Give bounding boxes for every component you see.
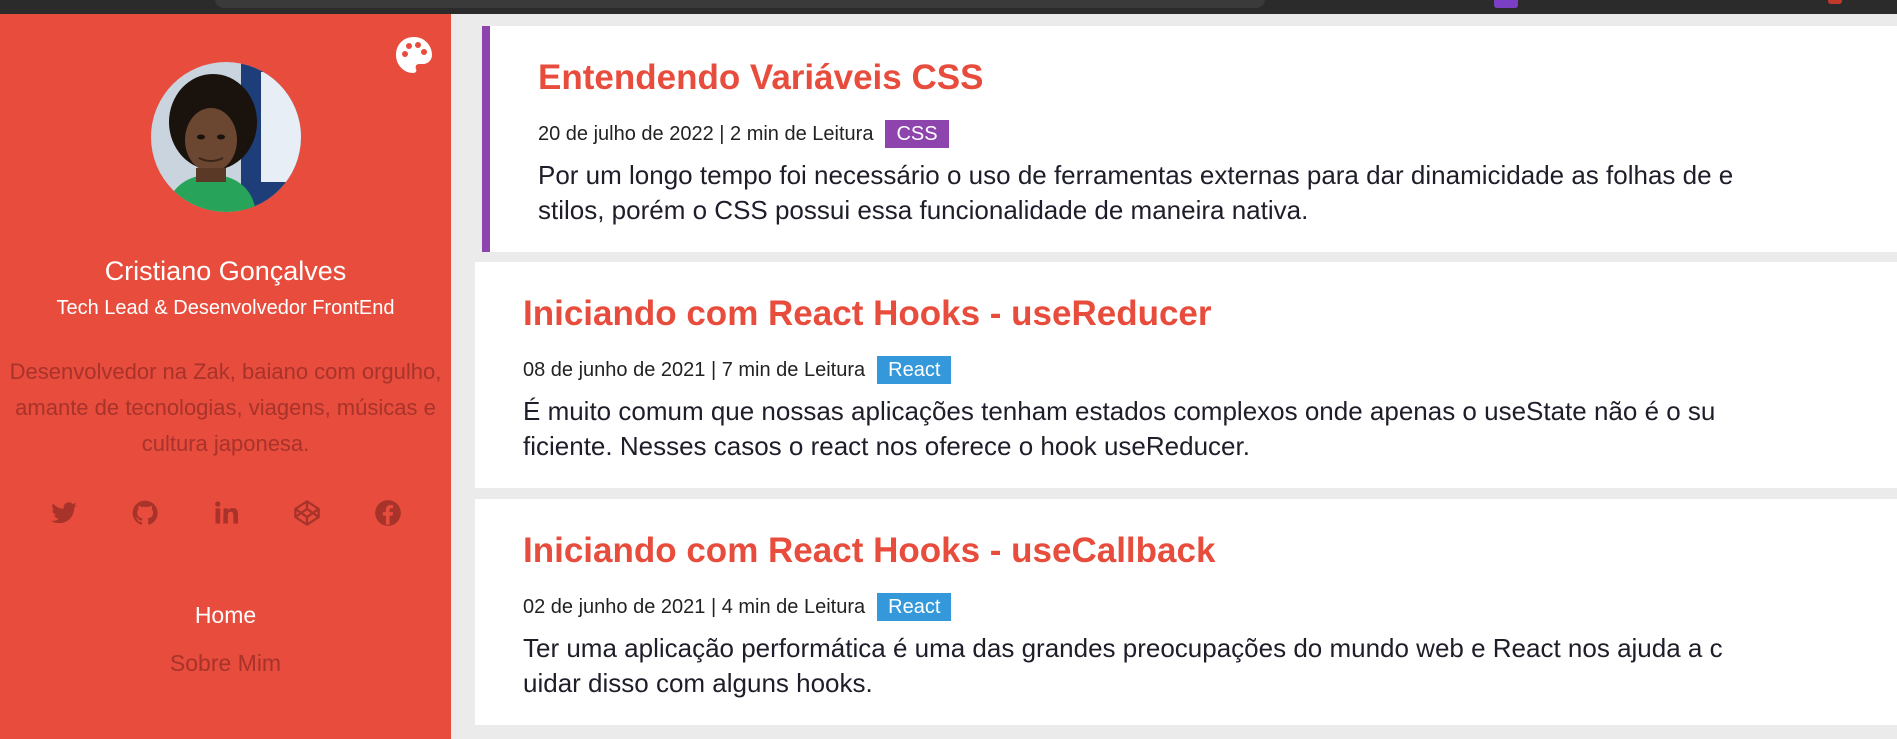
address-bar[interactable] [215,0,1265,8]
extension-icon[interactable] [1494,0,1518,8]
nav-home-link[interactable]: Home [0,602,451,629]
excerpt-line: ficiente. Nesses casos o react nos ofere… [523,431,1250,461]
tag-badge[interactable]: React [877,356,952,384]
post-title[interactable]: Entendendo Variáveis CSS [538,58,983,98]
post-card[interactable]: Iniciando com React Hooks - useCallback … [475,499,1897,725]
excerpt-line: Ter uma aplicação performática é uma das… [523,633,1723,663]
post-date-readtime: 02 de junho de 2021 | 4 min de Leitura [523,595,866,618]
post-meta: 08 de junho de 2021 | 7 min de Leitura R… [523,356,952,384]
post-title[interactable]: Iniciando com React Hooks - useCallback [523,531,1215,571]
linkedin-icon[interactable] [211,498,241,528]
twitter-icon[interactable] [49,498,79,528]
sidebar: Cristiano Gonçalves Tech Lead & Desenvol… [0,14,451,739]
facebook-icon[interactable] [373,498,403,528]
post-excerpt: Por um longo tempo foi necessário o uso … [538,158,1897,228]
nav-about-link[interactable]: Sobre Mim [0,650,451,677]
author-bio: Desenvolvedor na Zak, baiano com orgulho… [9,359,442,456]
post-excerpt: É muito comum que nossas aplicações tenh… [523,394,1893,464]
tag-badge[interactable]: React [877,593,952,621]
post-date-readtime: 08 de junho de 2021 | 7 min de Leitura [523,358,866,381]
excerpt-line: Por um longo tempo foi necessário o uso … [538,160,1734,190]
post-excerpt: Ter uma aplicação performática é uma das… [523,631,1893,701]
browser-toolbar-strip [0,0,1897,14]
github-icon[interactable] [130,498,160,528]
author-role: Tech Lead & Desenvolvedor FrontEnd [56,297,395,319]
extension-icon[interactable] [1828,0,1842,4]
author-name: Cristiano Gonçalves [104,256,347,286]
tag-badge[interactable]: CSS [885,120,949,148]
post-card[interactable]: Iniciando com React Hooks - useReducer 0… [475,262,1897,488]
excerpt-line: É muito comum que nossas aplicações tenh… [523,396,1716,426]
codepen-icon[interactable] [292,498,322,528]
excerpt-line: uidar disso com alguns hooks. [523,668,873,698]
excerpt-line: stilos, porém o CSS possui essa funciona… [538,195,1309,225]
post-meta: 20 de julho de 2022 | 2 min de Leitura C… [538,120,949,148]
social-links [0,498,451,538]
palette-icon[interactable] [393,34,435,76]
avatar [151,62,301,212]
post-card[interactable]: Entendendo Variáveis CSS 20 de julho de … [482,26,1897,252]
post-title[interactable]: Iniciando com React Hooks - useReducer [523,294,1212,334]
post-meta: 02 de junho de 2021 | 4 min de Leitura R… [523,593,952,621]
post-date-readtime: 20 de julho de 2022 | 2 min de Leitura [538,122,874,145]
